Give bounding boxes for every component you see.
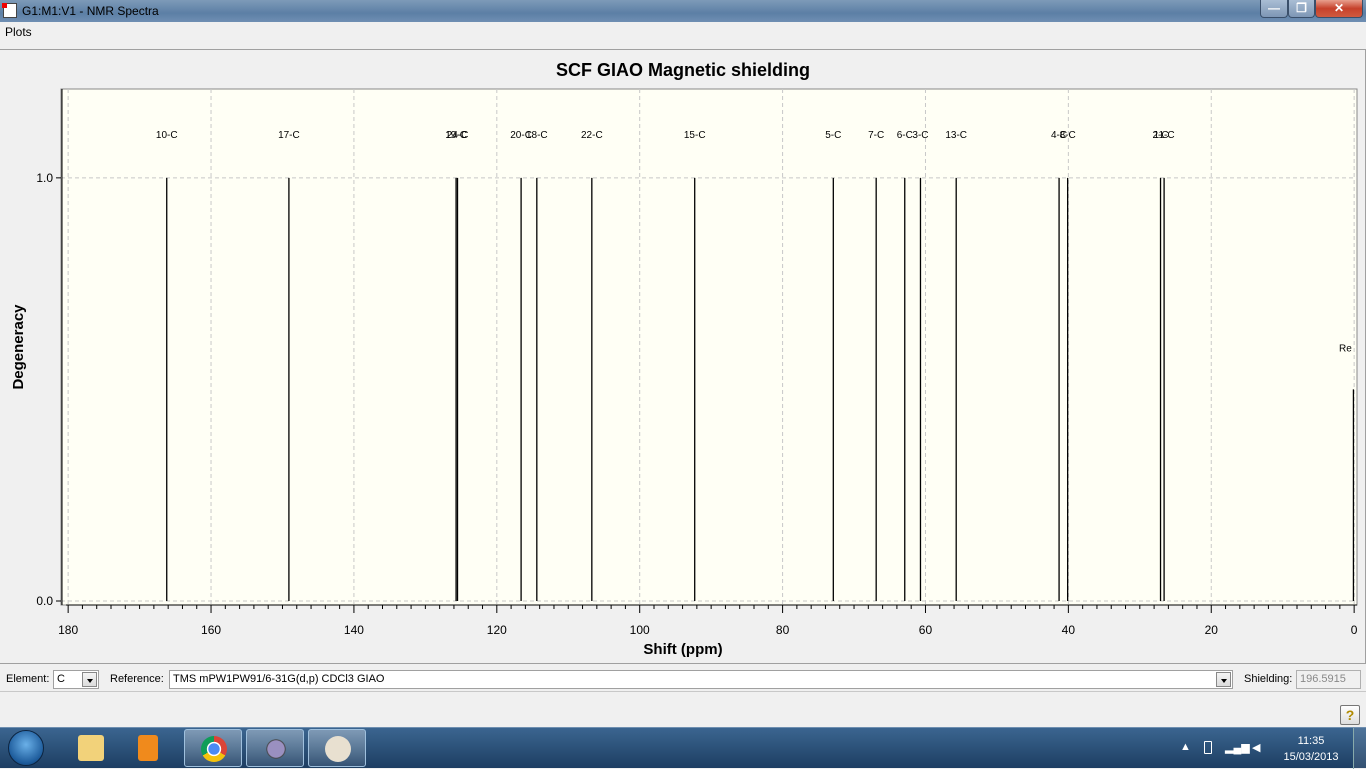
folder-icon <box>78 735 104 761</box>
peak-label: 13-C <box>945 130 967 141</box>
menu-bar: Plots <box>0 22 1366 42</box>
y-axis-title: Degeneracy <box>10 304 27 390</box>
paint-palette-icon <box>325 736 351 762</box>
x-tick-label: 100 <box>630 623 650 637</box>
peak-label: 17-C <box>278 130 300 141</box>
x-tick-label: 60 <box>919 623 933 637</box>
reference-select[interactable]: TMS mPW1PW91/6-31G(d,p) CDCl3 GIAO <box>169 670 1233 689</box>
peak-label: Re <box>1339 343 1352 354</box>
window-title: G1:M1:V1 - NMR Spectra <box>22 4 159 18</box>
chevron-down-icon[interactable] <box>82 672 97 687</box>
peak-label: 10-C <box>156 130 178 141</box>
peak-label: 24-C <box>447 130 469 141</box>
taskbar-media-player[interactable] <box>120 729 178 767</box>
peak-label: 6-C <box>897 130 913 141</box>
app-icon <box>2 3 17 18</box>
volume-icon[interactable]: ◀ <box>1252 741 1260 754</box>
chart-panel: SCF GIAO Magnetic shielding 180 160 140 120 1… <box>0 49 1366 664</box>
signal-icon[interactable]: ▂▄▆ <box>1225 741 1250 754</box>
title-bar: G1:M1:V1 - NMR Spectra — ❐ ✕ <box>0 0 1366 22</box>
x-tick-label: 20 <box>1205 623 1219 637</box>
close-button[interactable]: ✕ <box>1315 0 1363 18</box>
x-tick-label: 160 <box>201 623 221 637</box>
clock[interactable]: 11:35 15/03/2013 <box>1280 733 1342 765</box>
help-button[interactable]: ? <box>1340 705 1360 725</box>
element-select[interactable]: C <box>53 670 99 689</box>
peak-label: 22-C <box>581 130 603 141</box>
y-tick-label: 1.0 <box>36 171 53 185</box>
battery-icon[interactable] <box>1204 741 1212 754</box>
x-tick-label: 180 <box>58 623 78 637</box>
show-desktop-button[interactable] <box>1353 728 1366 769</box>
element-value: C <box>57 673 65 685</box>
peak-label: 3-C <box>912 130 928 141</box>
peak-label: 18-C <box>526 130 548 141</box>
taskbar-chrome[interactable] <box>184 729 242 767</box>
taskbar-nmr-app[interactable] <box>246 729 304 767</box>
taskbar-paint[interactable] <box>308 729 366 767</box>
shielding-label: Shielding: <box>1244 673 1293 685</box>
taskbar: ▲ ▂▄▆ ◀ 11:35 15/03/2013 <box>0 727 1366 769</box>
element-label: Element: <box>6 673 50 685</box>
chevron-down-icon[interactable] <box>1216 672 1231 687</box>
taskbar-explorer[interactable] <box>62 729 120 767</box>
start-button[interactable] <box>8 730 44 766</box>
x-axis-title: Shift (ppm) <box>643 641 722 658</box>
peak-label: 15-C <box>684 130 706 141</box>
clock-date: 15/03/2013 <box>1283 751 1339 763</box>
x-tick-label: 0 <box>1351 623 1358 637</box>
x-tick-label: 80 <box>776 623 790 637</box>
shielding-field[interactable]: 196.5915 <box>1296 670 1361 689</box>
x-tick-label: 140 <box>344 623 364 637</box>
peak-label: 5-C <box>825 130 841 141</box>
minimize-button[interactable]: — <box>1260 0 1288 18</box>
y-tick-label: 0.0 <box>36 594 53 608</box>
controls-bar: Element: C Reference: TMS mPW1PW91/6-31G… <box>0 666 1366 692</box>
plot-area <box>60 88 1358 606</box>
nmr-chart: SCF GIAO Magnetic shielding 180 160 140 120 1… <box>10 60 1358 658</box>
maximize-button[interactable]: ❐ <box>1288 0 1315 18</box>
peak-label: 8-C <box>1060 130 1076 141</box>
media-player-icon <box>138 735 158 761</box>
tray-expand-icon[interactable]: ▲ <box>1180 741 1191 753</box>
clock-time: 11:35 <box>1297 735 1325 747</box>
molecule-icon <box>263 736 289 762</box>
x-tick-label: 120 <box>487 623 507 637</box>
chart-title: SCF GIAO Magnetic shielding <box>556 60 810 80</box>
x-tick-label: 40 <box>1062 623 1076 637</box>
peak-label: 11-C <box>1154 130 1175 141</box>
chrome-icon <box>201 736 227 762</box>
menu-plots[interactable]: Plots <box>5 25 32 39</box>
reference-value: TMS mPW1PW91/6-31G(d,p) CDCl3 GIAO <box>173 673 385 685</box>
reference-label: Reference: <box>110 673 164 685</box>
peak-label: 7-C <box>868 130 884 141</box>
